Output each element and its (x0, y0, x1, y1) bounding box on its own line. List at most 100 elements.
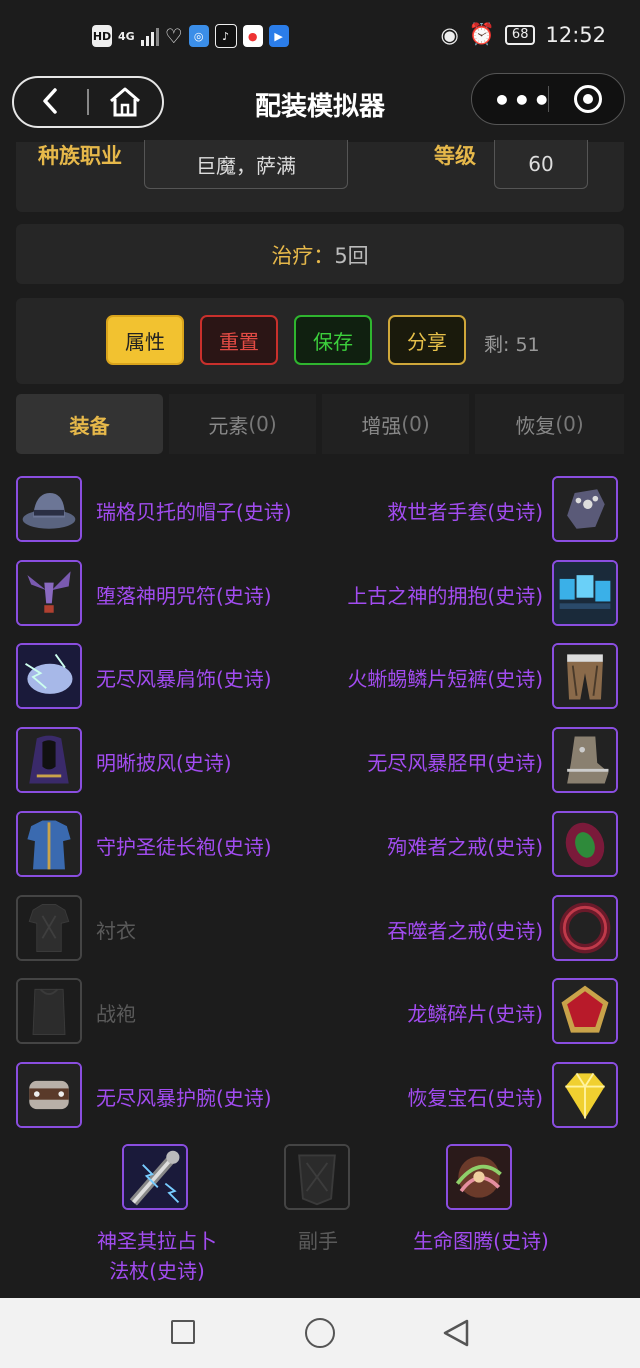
heal-value: 5回 (334, 244, 369, 268)
off-hand-slot[interactable] (284, 1144, 350, 1210)
hd-icon: HD (92, 25, 112, 47)
alarm-icon: ⏰ (468, 22, 495, 46)
left-equip-name[interactable]: 无尽风暴肩饰(史诗) (96, 663, 272, 692)
share-button[interactable]: 分享 (388, 315, 466, 365)
tab-restoration[interactable]: 恢复 (0) (475, 394, 624, 454)
right-equip-slot[interactable] (552, 643, 618, 709)
staff-icon (124, 1146, 186, 1208)
right-equip-slot[interactable] (552, 811, 618, 877)
right-equip-name[interactable]: 上古之神的拥抱(史诗) (347, 580, 543, 609)
capsule-divider (87, 89, 89, 115)
relic-slot[interactable] (446, 1144, 512, 1210)
status-left-icons: HD 4G ♡ ◎ ♪ ● ▶ (92, 24, 289, 48)
tiktok-icon: ♪ (214, 24, 237, 48)
main-hand-name-line1: 神圣其拉占卜 (97, 1229, 217, 1253)
right-equip-name[interactable]: 恢复宝石(史诗) (407, 1082, 543, 1111)
right-equip-name[interactable]: 殉难者之戒(史诗) (387, 831, 543, 860)
left-equip-name[interactable]: 衬衣 (96, 915, 136, 944)
totem-icon (448, 1146, 510, 1208)
battery-indicator: 68 (504, 24, 536, 45)
pants-icon (554, 645, 616, 707)
reset-button[interactable]: 重置 (200, 315, 278, 365)
right-equip-name[interactable]: 龙鳞碎片(史诗) (407, 998, 543, 1027)
left-equip-name[interactable]: 守护圣徒长袍(史诗) (96, 831, 272, 860)
tab-label: 恢复 (515, 413, 556, 438)
close-miniprogram-icon[interactable] (574, 85, 602, 113)
back-nav-icon[interactable] (441, 1318, 471, 1348)
left-equip-slot[interactable] (16, 895, 82, 961)
right-equip-slot[interactable] (552, 727, 618, 793)
network-4g-icon: 4G (118, 29, 135, 43)
left-equip-name[interactable]: 无尽风暴护腕(史诗) (96, 1082, 272, 1111)
left-equip-slot[interactable] (16, 1062, 82, 1128)
right-equip-slot[interactable] (552, 978, 618, 1044)
storm-shoulder-icon (18, 645, 80, 707)
gem-icon (554, 1064, 616, 1126)
home-nav-icon[interactable] (305, 1318, 335, 1348)
off-hand-name[interactable]: 副手 (270, 1226, 366, 1256)
left-equip-name[interactable]: 瑞格贝托的帽子(史诗) (96, 496, 292, 525)
main-hand-name[interactable]: 神圣其拉占卜 法杖(史诗) (80, 1226, 234, 1286)
health-icon: ♡ (164, 24, 183, 48)
race-class-selector[interactable]: 巨魔，萨满 (144, 140, 348, 189)
right-equip-name[interactable]: 救世者手套(史诗) (387, 496, 543, 525)
relic-name[interactable]: 生命图腾(史诗) (400, 1226, 562, 1256)
attributes-button[interactable]: 属性 (106, 315, 184, 365)
right-equip-name[interactable]: 吞噬者之戒(史诗) (387, 915, 543, 944)
right-equip-name[interactable]: 火蜥蜴鳞片短裤(史诗) (347, 663, 543, 692)
tab-enhancement[interactable]: 增强 (0) (322, 394, 469, 454)
signal-icon (140, 26, 159, 46)
dragonscale-icon (554, 980, 616, 1042)
back-arrow-icon[interactable] (36, 86, 66, 116)
hat-icon (18, 478, 80, 540)
left-equip-slot[interactable] (16, 560, 82, 626)
tab-count: (0) (248, 412, 277, 436)
more-icon[interactable]: ••• (493, 84, 553, 117)
page-title: 配装模拟器 (254, 92, 385, 122)
red-ring-icon (554, 897, 616, 959)
boots-icon (554, 729, 616, 791)
left-equip-name[interactable]: 明晰披风(史诗) (96, 747, 232, 776)
belt-icon (554, 562, 616, 624)
remaining-points: 剩: 51 (484, 334, 540, 356)
recent-apps-icon[interactable] (171, 1320, 195, 1344)
right-equip-slot[interactable] (552, 1062, 618, 1128)
eye-icon: ◉ (440, 22, 459, 47)
map-icon: ● (242, 25, 263, 47)
right-equip-slot[interactable] (552, 476, 618, 542)
left-equip-name[interactable]: 堕落神明咒符(史诗) (96, 580, 272, 609)
left-equip-slot[interactable] (16, 643, 82, 709)
browser-icon: ◎ (188, 25, 209, 47)
right-equip-slot[interactable] (552, 560, 618, 626)
tab-label: 元素 (208, 413, 249, 438)
clock: 12:52 (545, 22, 606, 47)
tab-count: (0) (555, 412, 584, 436)
right-equip-slot[interactable] (552, 895, 618, 961)
level-label: 等级 (434, 144, 476, 168)
bracer-icon (18, 1064, 80, 1126)
green-ring-icon (554, 813, 616, 875)
left-equip-name[interactable]: 战袍 (96, 998, 136, 1027)
bird-charm-icon (18, 562, 80, 624)
left-equip-slot[interactable] (16, 476, 82, 542)
heal-stat: 治疗：5回 (16, 240, 624, 270)
right-equip-name[interactable]: 无尽风暴胫甲(史诗) (367, 747, 543, 776)
save-button[interactable]: 保存 (294, 315, 372, 365)
main-hand-name-line2: 法杖(史诗) (109, 1259, 205, 1283)
robe-icon (18, 813, 80, 875)
tab-label: 增强 (361, 413, 402, 438)
left-equip-slot[interactable] (16, 811, 82, 877)
capsule-divider-right (548, 86, 549, 112)
tabard-icon (18, 980, 80, 1042)
tab-label: 装备 (69, 413, 110, 438)
offhand-icon (286, 1146, 348, 1208)
home-icon[interactable] (108, 86, 142, 118)
video-icon: ▶ (268, 25, 289, 47)
left-equip-slot[interactable] (16, 978, 82, 1044)
tab-equipment[interactable]: 装备 (16, 394, 163, 454)
main-hand-slot[interactable] (122, 1144, 188, 1210)
left-equip-slot[interactable] (16, 727, 82, 793)
cloak-icon (18, 729, 80, 791)
tab-elemental[interactable]: 元素 (0) (169, 394, 316, 454)
level-input[interactable]: 60 (494, 140, 588, 189)
